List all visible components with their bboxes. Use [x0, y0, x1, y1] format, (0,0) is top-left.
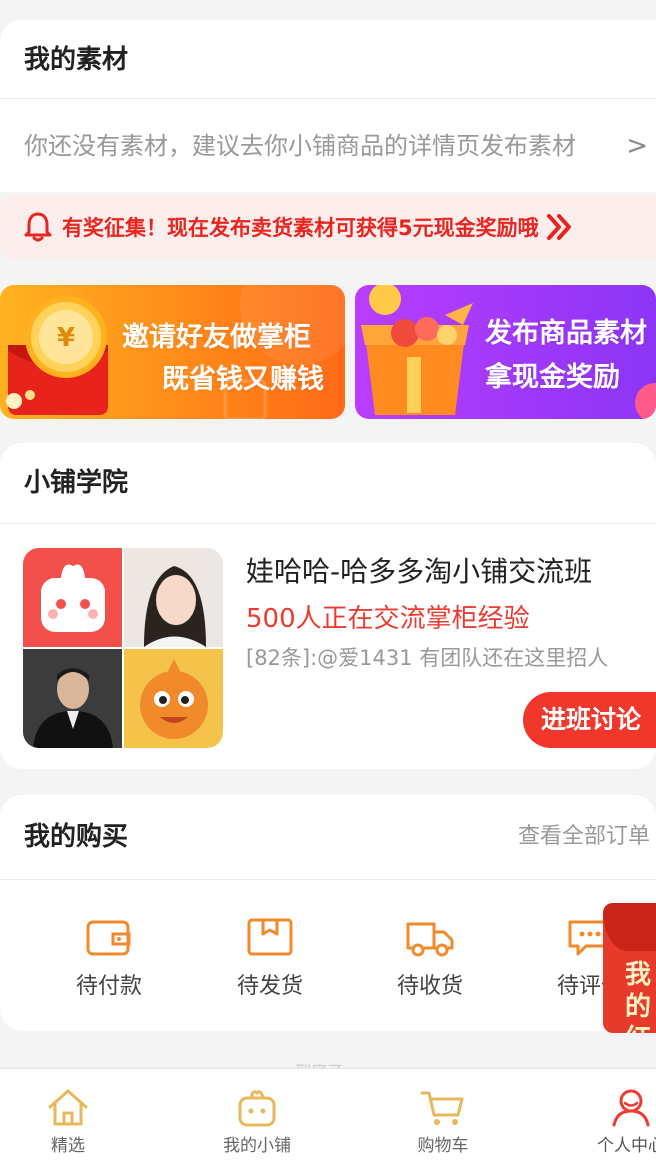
academy-title: 小铺学院 [24, 468, 129, 498]
nav-item-my-shop[interactable]: 我的小铺 [202, 1087, 312, 1156]
materials-empty-link[interactable]: 你还没有素材，建议去你小铺商品的详情页发布素材 > [0, 99, 656, 192]
group-subtitle: 500人正在交流掌柜经验 [246, 604, 530, 634]
user-icon [612, 1089, 650, 1127]
chevron-right-icon: > [626, 131, 648, 161]
group-avatar-grid [23, 548, 223, 748]
purchase-card: 我的购买 查看全部订单 待付款 待发货 待收货 待评价 [0, 795, 656, 1031]
nav-item-featured[interactable]: 精选 [13, 1087, 123, 1156]
nav-label: 购物车 [417, 1136, 469, 1156]
order-pending-payment[interactable]: 待付款 [49, 916, 169, 1000]
cart-icon [420, 1091, 464, 1125]
order-pending-shipment[interactable]: 待发货 [210, 916, 330, 1000]
red-packet-flap [603, 903, 656, 951]
group-chat-item[interactable]: 娃哈哈-哈多多淘小铺交流班 500人正在交流掌柜经验 [82条]:@爱1431 … [0, 524, 656, 769]
avatar [23, 649, 122, 748]
shop-icon [238, 1090, 276, 1127]
yuan-symbol: ¥ [57, 323, 75, 353]
invite-line-1: 邀请好友做掌柜 [122, 322, 311, 353]
double-chevron-right-icon [546, 214, 571, 240]
wallet-icon [86, 920, 131, 956]
package-icon [247, 918, 293, 956]
order-pending-receipt[interactable]: 待收货 [370, 916, 490, 1000]
gift-box-illustration [361, 285, 656, 419]
truck-icon [406, 922, 454, 957]
floating-red-packet[interactable]: 我的红包 [603, 903, 656, 1033]
avatar [124, 649, 223, 748]
materials-empty-text: 你还没有素材，建议去你小铺商品的详情页发布素材 [24, 132, 576, 160]
group-latest-message: [82条]:@爱1431 有团队还在这里招人 [246, 646, 609, 670]
view-all-orders-link[interactable]: 查看全部订单 [518, 795, 650, 879]
publish-material-banner[interactable]: 发布商品素材 拿现金奖励 [355, 285, 656, 419]
order-label: 待收货 [396, 974, 463, 999]
academy-card: 小铺学院 娃哈哈-哈多多淘小铺交流班 500人正在交流掌柜经验 [82条]:@爱… [0, 443, 656, 769]
avatar [124, 548, 223, 647]
bell-icon [24, 212, 52, 242]
invite-friends-banner[interactable]: ¥ 邀请好友做掌柜 既省钱又赚钱 [0, 285, 345, 419]
order-status-row: 待付款 待发货 待收货 待评价 [0, 880, 656, 1030]
reward-notice-text: 有奖征集！现在发布卖货素材可获得5元现金奖励哦 [62, 216, 539, 240]
home-icon [48, 1089, 88, 1126]
nav-label: 个人中心 [597, 1136, 656, 1156]
nav-label: 我的小铺 [223, 1136, 291, 1156]
nav-item-cart[interactable]: 购物车 [388, 1087, 498, 1156]
nav-item-profile[interactable]: 个人中心 [576, 1087, 656, 1156]
publish-line-1: 发布商品素材 [485, 318, 647, 349]
avatar [23, 548, 122, 647]
invite-line-2: 既省钱又赚钱 [162, 364, 324, 395]
materials-title: 我的素材 [24, 45, 129, 75]
reward-notice-bar[interactable]: 有奖征集！现在发布卖货素材可获得5元现金奖励哦 [0, 195, 656, 259]
order-label: 待发货 [236, 974, 303, 999]
group-name: 娃哈哈-哈多多淘小铺交流班 [246, 555, 593, 588]
bottom-nav: 精选 我的小铺 购物车 个人中心 [0, 1068, 656, 1167]
order-label: 待付款 [75, 974, 142, 999]
nav-label: 精选 [51, 1136, 85, 1156]
materials-card: 我的素材 你还没有素材，建议去你小铺商品的详情页发布素材 > [0, 20, 656, 192]
publish-line-2: 拿现金奖励 [485, 362, 620, 393]
red-packet-text: 我的红包 [625, 960, 652, 1033]
join-class-button[interactable]: 进班讨论 [523, 692, 656, 748]
